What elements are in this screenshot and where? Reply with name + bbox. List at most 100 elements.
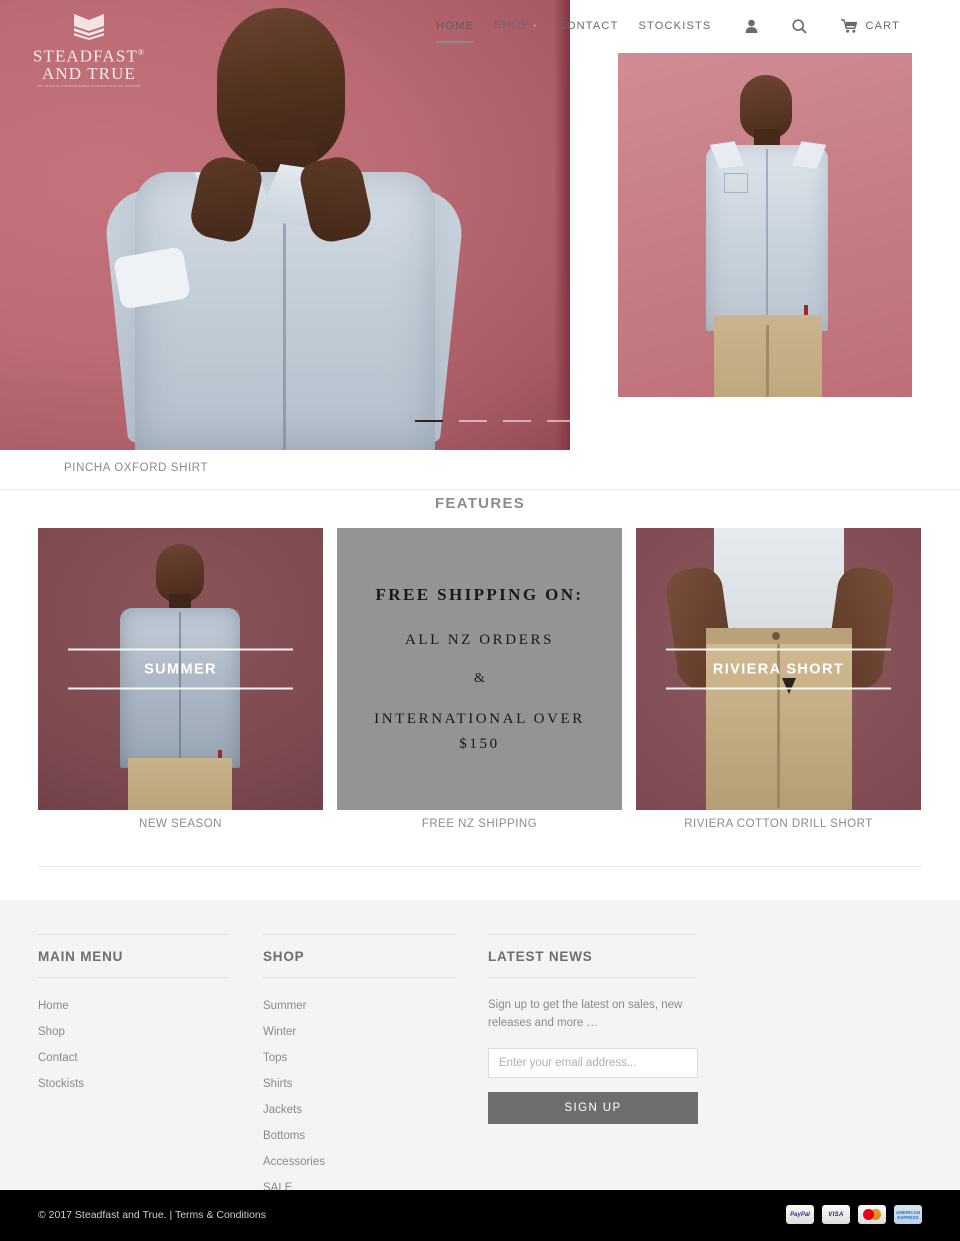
- promo-line-1: FREE SHIPPING ON:: [375, 584, 584, 604]
- sign-up-button[interactable]: SIGN UP: [488, 1092, 698, 1124]
- main-navigation: HOME SHOP ▾ CONTACT STOCKISTS CART: [426, 17, 910, 43]
- cart-icon: [841, 19, 858, 33]
- nav-item-home[interactable]: HOME: [426, 18, 484, 43]
- footer-link-bottoms[interactable]: Bottoms: [263, 1130, 305, 1142]
- hero-product-name: PINCHA OXFORD SHIRT: [64, 462, 209, 474]
- logo-word-steadfast: STEADFAST: [32, 46, 138, 66]
- riviera-button: [772, 632, 780, 640]
- paypal-icon: PayPal: [786, 1205, 814, 1224]
- list-item: Bottoms: [263, 1126, 488, 1144]
- carousel-indicators: [415, 420, 575, 422]
- content-divider: [38, 866, 922, 867]
- list-item: Accessories: [263, 1152, 488, 1170]
- footer-heading-main-menu: MAIN MENU: [38, 934, 231, 978]
- newsletter-description: Sign up to get the latest on sales, new …: [488, 999, 683, 1029]
- footer-heading-latest-news: LATEST NEWS: [488, 934, 696, 978]
- list-item: Home: [38, 996, 263, 1014]
- riviera-model-torso: [714, 528, 844, 638]
- footer-link-jackets[interactable]: Jackets: [263, 1104, 302, 1116]
- feature-card-riviera[interactable]: RIVIERA SHORT: [636, 528, 921, 810]
- features-heading: FEATURES: [434, 495, 526, 512]
- copyright-label: © 2017 Steadfast and True. |: [38, 1209, 175, 1221]
- carousel-dot-4[interactable]: [547, 420, 575, 422]
- list-item: Summer: [263, 996, 488, 1014]
- promo-line-4: INTERNATIONAL OVER $150: [374, 710, 585, 752]
- logo-name-line2: AND TRUE: [42, 63, 136, 83]
- features-row: SUMMER FREE SHIPPING ON: ALL NZ ORDERS &…: [38, 528, 922, 810]
- feature-overlay-summer: SUMMER: [38, 648, 323, 690]
- logo-tagline: THE ORIGINAL FORTIFIED SHIRTS ELABORATED…: [37, 84, 141, 88]
- payment-icons: PayPal VISA AMERICAN EXPRESS: [786, 1205, 922, 1224]
- amex-icon: AMERICAN EXPRESS: [894, 1205, 922, 1224]
- footer-link-stockists[interactable]: Stockists: [38, 1078, 84, 1090]
- feature-card-summer[interactable]: SUMMER: [38, 528, 323, 810]
- footer-link-shirts[interactable]: Shirts: [263, 1078, 292, 1090]
- footer-link-winter[interactable]: Winter: [263, 1026, 296, 1038]
- carousel-dot-1[interactable]: [415, 420, 443, 422]
- feature-overlay-riviera: RIVIERA SHORT: [636, 648, 921, 690]
- nav-item-shop-label: SHOP: [494, 19, 531, 31]
- list-item: Contact: [38, 1048, 263, 1066]
- mastercard-right-circle: [870, 1209, 881, 1220]
- nav-icon-group: CART: [735, 18, 910, 34]
- terms-link[interactable]: Terms & Conditions: [175, 1209, 266, 1221]
- footer-link-tops[interactable]: Tops: [263, 1052, 287, 1064]
- visa-icon: VISA: [822, 1205, 850, 1224]
- list-item: Shop: [38, 1022, 263, 1040]
- search-icon[interactable]: [782, 18, 817, 34]
- carousel-dot-3[interactable]: [503, 420, 531, 422]
- list-item: Jackets: [263, 1100, 488, 1118]
- hero-secondary-image[interactable]: [618, 53, 912, 397]
- account-icon[interactable]: [735, 19, 768, 33]
- footer-link-contact[interactable]: Contact: [38, 1052, 78, 1064]
- carousel-dot-2[interactable]: [459, 420, 487, 422]
- nav-item-shop[interactable]: SHOP ▾: [484, 17, 548, 35]
- footer-link-home[interactable]: Home: [38, 1000, 69, 1012]
- nav-item-contact[interactable]: CONTACT: [548, 18, 629, 34]
- copyright-text: © 2017 Steadfast and True. | Terms & Con…: [38, 1209, 266, 1221]
- secondary-model-shirt: [706, 145, 828, 331]
- logo-name-line1: STEADFAST®: [24, 44, 154, 65]
- cart-button[interactable]: CART: [831, 18, 910, 34]
- feature-label-riviera: RIVIERA SHORT: [712, 661, 845, 678]
- promo-line-3: &: [474, 670, 485, 686]
- hero-section: STEADFAST® AND TRUE THE ORIGINAL FORTIFI…: [0, 0, 960, 450]
- cart-label: CART: [865, 20, 900, 32]
- email-field[interactable]: [488, 1048, 698, 1078]
- secondary-model-shorts: [714, 315, 822, 397]
- feature-label-summer: SUMMER: [144, 661, 217, 678]
- mastercard-icon: [858, 1205, 886, 1224]
- footer-column-main-menu: MAIN MENU Home Shop Contact Stockists: [38, 934, 263, 1204]
- list-item: Winter: [263, 1022, 488, 1040]
- nav-item-stockists[interactable]: STOCKISTS: [629, 18, 722, 34]
- footer-columns: MAIN MENU Home Shop Contact Stockists SH…: [38, 934, 728, 1204]
- registered-mark: ®: [137, 48, 146, 57]
- footer-link-summer[interactable]: Summer: [263, 1000, 306, 1012]
- list-item: Stockists: [38, 1074, 263, 1092]
- footer-column-newsletter: LATEST NEWS Sign up to get the latest on…: [488, 934, 728, 1204]
- site-footer: MAIN MENU Home Shop Contact Stockists SH…: [0, 900, 960, 1194]
- footer-heading-shop: SHOP: [263, 934, 456, 978]
- promo-line-2: ALL NZ ORDERS: [404, 631, 555, 648]
- chevron-down-icon: ▾: [533, 23, 538, 30]
- site-logo[interactable]: STEADFAST® AND TRUE THE ORIGINAL FORTIFI…: [24, 8, 154, 88]
- overlay-rule-bottom: [666, 687, 891, 690]
- shield-book-icon: [72, 12, 106, 40]
- bottom-bar: © 2017 Steadfast and True. | Terms & Con…: [0, 1190, 960, 1241]
- feature-caption-free-shipping[interactable]: FREE NZ SHIPPING: [337, 818, 622, 830]
- feature-caption-riviera[interactable]: RIVIERA COTTON DRILL SHORT: [636, 818, 921, 830]
- footer-link-shop[interactable]: Shop: [38, 1026, 65, 1038]
- hero-caption-bar: PINCHA OXFORD SHIRT: [0, 450, 960, 490]
- feature-card-shipping[interactable]: FREE SHIPPING ON: ALL NZ ORDERS & INTERN…: [337, 528, 622, 810]
- feature-caption-new-season[interactable]: NEW SEASON: [38, 818, 323, 830]
- list-item: Shirts: [263, 1074, 488, 1092]
- footer-shop-list: Summer Winter Tops Shirts Jackets Bottom…: [263, 996, 488, 1196]
- feature-captions-row: NEW SEASON FREE NZ SHIPPING RIVIERA COTT…: [38, 818, 922, 830]
- list-item: Tops: [263, 1048, 488, 1066]
- shirt-pocket: [724, 173, 748, 193]
- footer-main-menu-list: Home Shop Contact Stockists: [38, 996, 263, 1092]
- footer-link-accessories[interactable]: Accessories: [263, 1156, 325, 1168]
- footer-column-shop: SHOP Summer Winter Tops Shirts Jackets B…: [263, 934, 488, 1204]
- feature-model-pants: [128, 758, 232, 810]
- page-root: STEADFAST® AND TRUE THE ORIGINAL FORTIFI…: [0, 0, 960, 1241]
